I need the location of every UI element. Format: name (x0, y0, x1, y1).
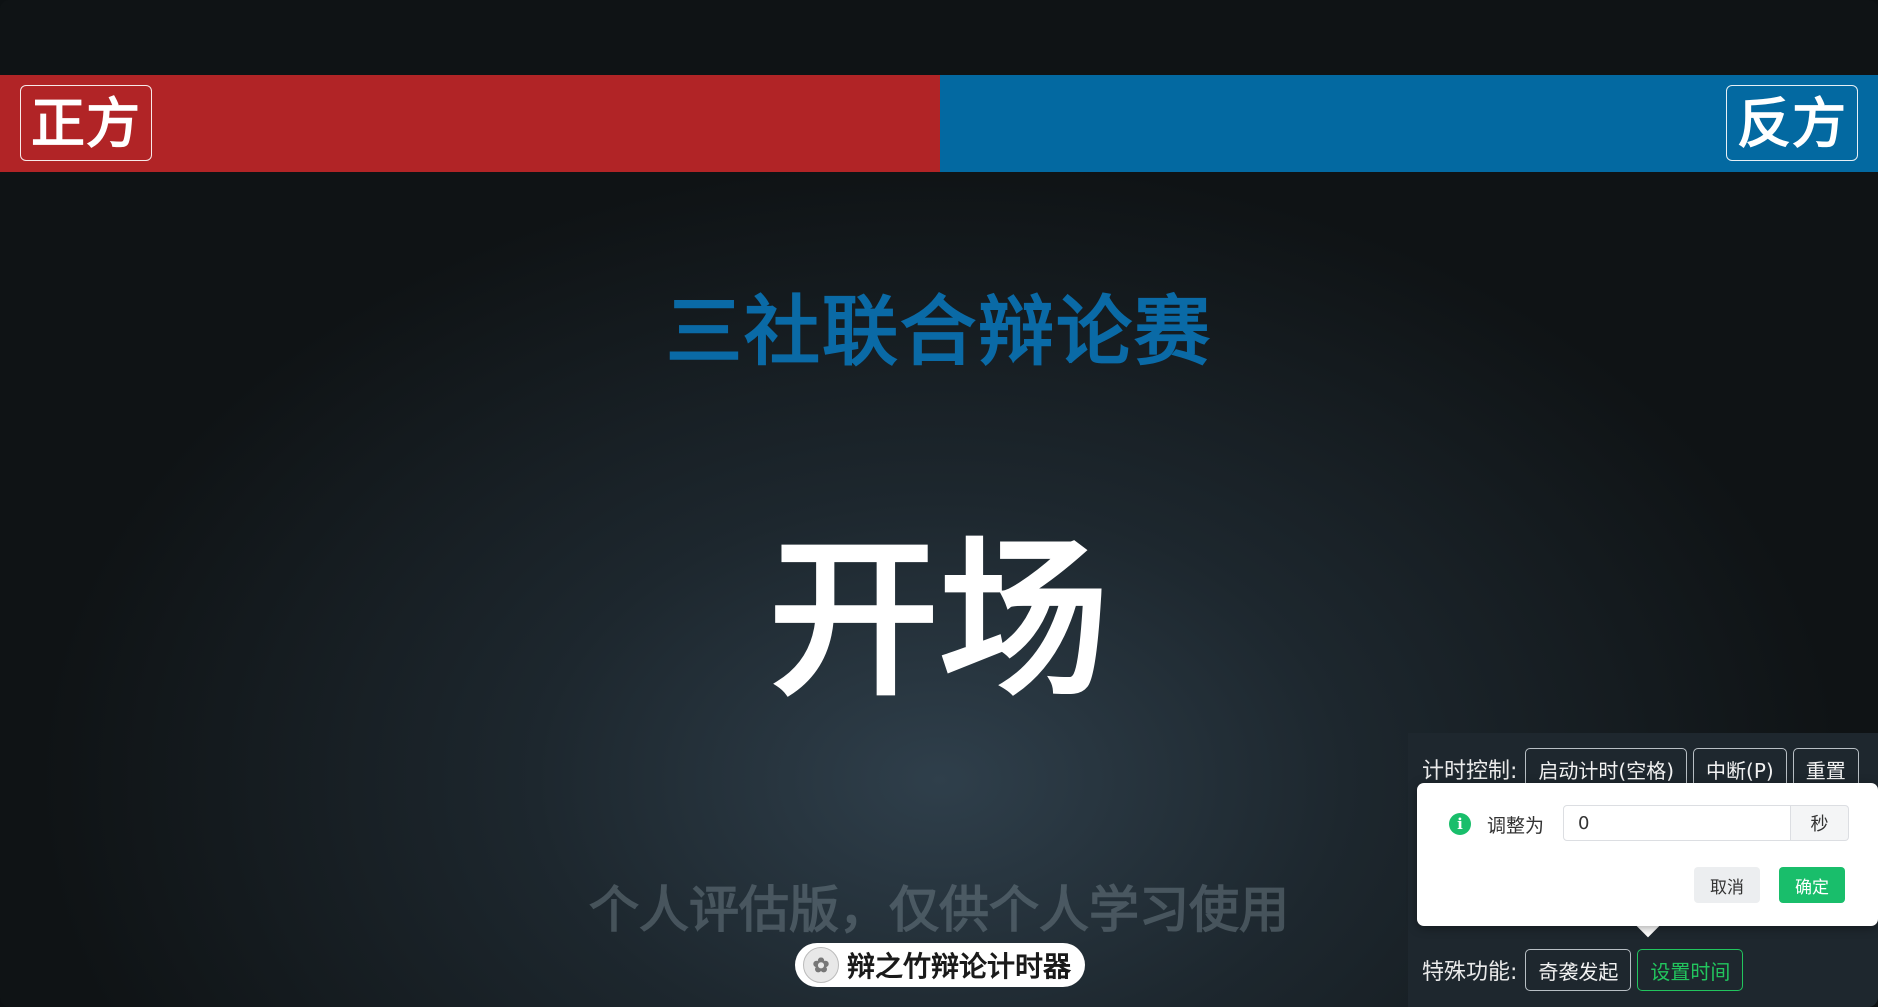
timer-control-label: 计时控制: (1422, 759, 1518, 784)
seconds-unit: 秒 (1791, 805, 1849, 841)
con-team-bar: 反方 (940, 75, 1878, 172)
pro-team-label: 正方 (20, 85, 152, 161)
brand-badge: ✿ 辩之竹辩论计时器 (795, 943, 1086, 987)
seconds-input[interactable] (1563, 805, 1791, 841)
cancel-button[interactable]: 取消 (1694, 867, 1760, 903)
match-title: 三社联合辩论赛 (666, 287, 1212, 376)
info-icon: i (1449, 813, 1471, 835)
confirm-button[interactable]: 确定 (1779, 867, 1845, 903)
timer-screen: 正方 反方 三社联合辩论赛 开场 个人评估版，仅供个人学习使用 ✿ 辩之竹辩论计… (0, 0, 1878, 1007)
adjust-label: 调整为 (1487, 815, 1545, 837)
set-time-button[interactable]: 设置时间 (1637, 949, 1744, 991)
con-team-label: 反方 (1726, 85, 1858, 161)
brand-name: 辩之竹辩论计时器 (847, 950, 1072, 983)
bamboo-logo-icon: ✿ (803, 947, 839, 983)
pro-team-bar: 正方 (0, 75, 940, 172)
surprise-attack-button[interactable]: 奇袭发起 (1525, 949, 1632, 991)
special-function-row: 特殊功能: 奇袭发起 设置时间 (1422, 949, 1744, 991)
stage-title: 开场 (768, 520, 1109, 720)
special-function-label: 特殊功能: (1422, 960, 1518, 985)
adjust-time-popover: i 调整为 秒 取消 确定 (1417, 783, 1878, 926)
